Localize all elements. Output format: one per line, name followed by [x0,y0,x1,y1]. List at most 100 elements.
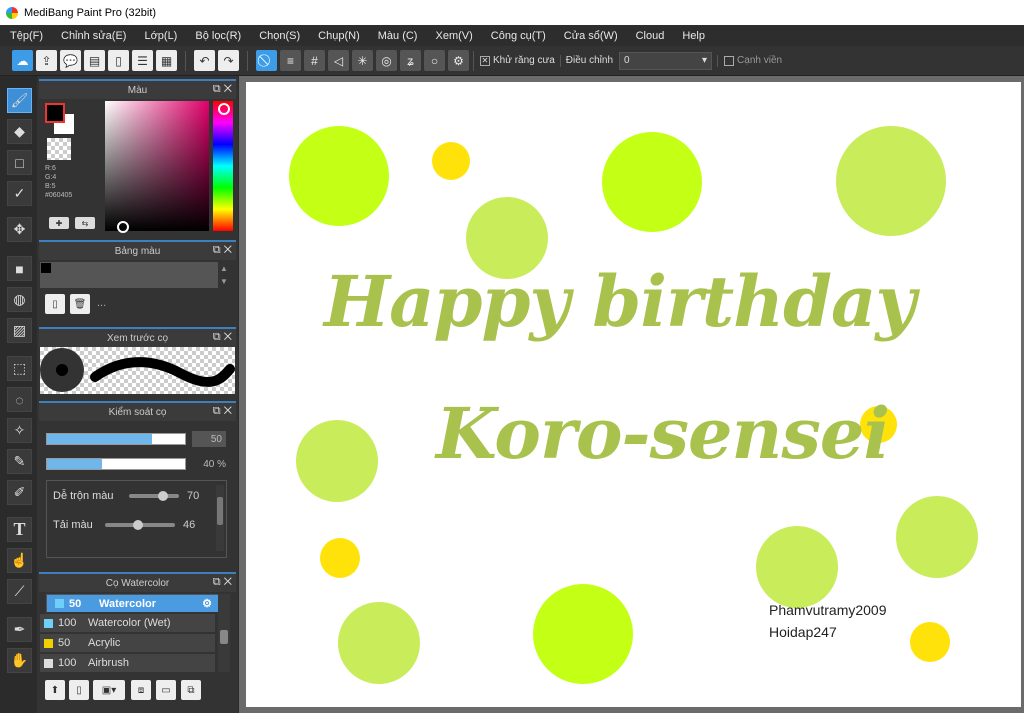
blend-slider[interactable] [129,494,179,498]
mix-scrollbar[interactable] [216,485,224,551]
brush-size: 100 [58,617,77,629]
menu-layer[interactable]: Lớp(L) [134,30,185,42]
drawing-canvas[interactable]: Happy birthday Koro-sensei Phamvutramy20… [246,82,1021,707]
add-color-icon[interactable]: ✚ [49,217,69,229]
panel-close-icon[interactable]: ⧉ ✕ [213,331,232,344]
new-palette-icon[interactable]: ▯ [45,294,65,314]
gear-icon[interactable]: ⚙ [202,597,212,610]
panel-close-icon[interactable]: ⧉ ✕ [213,83,232,96]
bucket-tool-icon[interactable]: ◍ [7,287,32,312]
marquee-tool-icon[interactable]: ⬚ [7,356,32,381]
hue-slider[interactable] [213,101,233,231]
circle-snap-icon[interactable]: ○ [424,50,445,71]
brush-item[interactable]: 50 Acrylic [40,634,215,653]
panel-close-icon[interactable]: ⧉ ✕ [213,244,232,257]
no-snap-icon[interactable]: ⃠ [256,50,277,71]
brush-name: Watercolor (Wet) [88,617,171,629]
brush-list-scroll-thumb[interactable] [220,630,228,644]
menu-color[interactable]: Màu (C) [368,30,426,42]
copy-brush-icon[interactable]: ⧉ [181,680,201,700]
birthday-text-line1: Happy birthday [324,260,916,343]
panel-close-icon[interactable]: ⧉ ✕ [213,576,232,589]
concentric-snap-icon[interactable]: ◎ [376,50,397,71]
divider [717,54,719,67]
brush-settings-icon[interactable]: ⧈ [131,680,151,700]
palette-swatch[interactable] [41,263,51,273]
brush-tool-icon[interactable]: 🖌 [7,88,32,113]
antialias-checkbox[interactable]: ✕ [480,55,490,66]
curve-snap-icon[interactable]: ʑ [400,50,421,71]
undo-icon[interactable]: ↶ [194,50,215,71]
new-brush-icon[interactable]: ▯ [69,680,89,700]
brush-preview-title: Xem trước cọ [106,332,169,344]
move-tool-icon[interactable]: ✥ [7,217,32,242]
delete-palette-icon[interactable]: 🗑 [70,294,90,314]
palette-more[interactable]: ... [97,297,106,309]
brush-opacity-slider[interactable] [46,458,186,470]
add-brush-menu-icon[interactable]: ▣▾ [93,680,125,700]
list-icon[interactable]: ☰ [132,50,153,71]
brush-list-scrollbar[interactable] [218,594,230,672]
adjust-select[interactable]: 0 ▾ [619,51,713,70]
message-icon[interactable]: ▤ [84,50,105,71]
fill-rect-tool-icon[interactable]: ■ [7,256,32,281]
folder-icon[interactable]: ▭ [156,680,176,700]
share-icon[interactable]: ⇪ [36,50,57,71]
brush-item[interactable]: 100 Airbrush [40,654,215,673]
reload-knob[interactable] [133,520,143,530]
menu-capture[interactable]: Chụp(N) [308,30,368,42]
saturation-value-picker[interactable] [105,101,209,231]
select-eraser-icon[interactable]: ✐ [7,480,32,505]
select-pen-tool-icon[interactable]: ✓ [7,181,32,206]
comment-icon[interactable]: 💬 [60,50,81,71]
menu-tools[interactable]: Công cụ(T) [481,30,554,42]
cross-snap-icon[interactable]: # [304,50,325,71]
redo-icon[interactable]: ↷ [218,50,239,71]
menu-view[interactable]: Xem(V) [425,30,480,42]
brush-size-value[interactable]: 50 [192,431,226,447]
parallel-snap-icon[interactable]: ≡ [280,50,301,71]
menu-cloud[interactable]: Cloud [626,30,673,42]
rectangle-tool-icon[interactable]: □ [7,150,32,175]
foreground-color-swatch[interactable] [45,103,65,123]
radial-snap-icon[interactable]: ✳ [352,50,373,71]
brush-preview-header: Xem trước cọ ⧉ ✕ [39,327,236,347]
upload-brush-icon[interactable]: ⬆ [45,680,65,700]
brush-opacity-value[interactable]: 40 % [192,456,230,472]
eraser-tool-icon[interactable]: ◆ [7,119,32,144]
magic-wand-tool-icon[interactable]: ✧ [7,418,32,443]
menu-select[interactable]: Chọn(S) [249,30,308,42]
panel-close-icon[interactable]: ⧉ ✕ [213,405,232,418]
mix-scroll-thumb[interactable] [217,497,223,525]
select-pen-icon[interactable]: ✎ [7,449,32,474]
gradient-tool-icon[interactable]: ▨ [7,318,32,343]
text-tool-icon[interactable]: T [7,517,32,542]
palette-scroll-arrows[interactable]: ▲ ▼ [220,262,228,288]
dropper-tool-icon[interactable]: ⟋ [7,579,32,604]
swap-color-icon[interactable]: ⇆ [75,217,95,229]
menu-filter[interactable]: Bộ lọc(R) [185,30,249,42]
transparent-color-swatch[interactable] [47,138,71,160]
menu-file[interactable]: Tệp(F) [0,30,51,42]
brush-item[interactable]: 50 Watercolor ⚙ [46,594,221,613]
brush-color-swatch [44,618,53,628]
vanishing-point-icon[interactable]: ◁ [328,50,349,71]
menu-edit[interactable]: Chỉnh sửa(E) [51,30,134,42]
edge-checkbox[interactable] [724,55,735,66]
brush-size-slider[interactable] [46,433,186,445]
brush-item[interactable]: 100 Watercolor (Wet) [40,614,215,633]
canvas-area[interactable]: Happy birthday Koro-sensei Phamvutramy20… [239,76,1024,713]
cloud-icon[interactable]: ☁ [12,50,33,71]
menu-help[interactable]: Help [672,30,713,42]
grid-icon[interactable]: ▦ [156,50,177,71]
hand-tool-icon[interactable]: ✋ [7,648,32,673]
lasso-tool-icon[interactable]: ◌ [7,387,32,412]
document-icon[interactable]: ▯ [108,50,129,71]
menu-window[interactable]: Cửa sổ(W) [554,30,626,42]
brush-preview-area [40,347,235,394]
eyedropper-icon[interactable]: ✒ [7,617,32,642]
operation-tool-icon[interactable]: ☝ [7,548,32,573]
settings-snap-icon[interactable]: ⚙ [448,50,469,71]
blend-knob[interactable] [158,491,168,501]
birthday-text-line2: Koro-sensei [436,392,890,475]
